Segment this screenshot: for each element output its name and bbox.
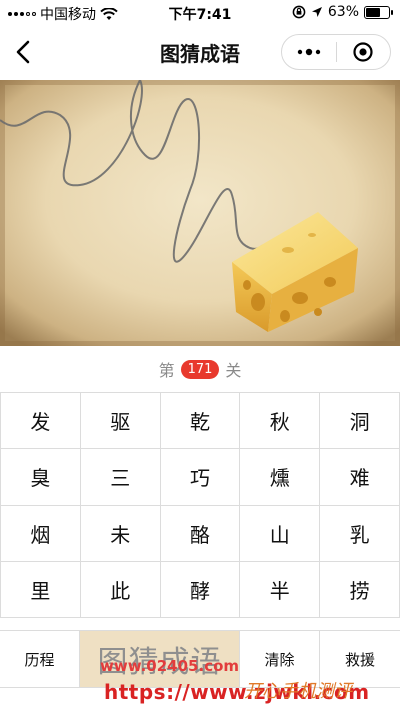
- char-cell[interactable]: 秋: [240, 393, 321, 450]
- char-cell[interactable]: 山: [240, 505, 321, 562]
- level-prefix: 第: [158, 361, 175, 380]
- char-cell[interactable]: 酵: [160, 561, 241, 618]
- char-cell[interactable]: 燻: [240, 449, 321, 506]
- watermark-url-top: www.02405.com: [100, 657, 240, 675]
- history-button[interactable]: 历程: [0, 631, 80, 687]
- char-cell[interactable]: 未: [80, 505, 161, 562]
- watermark-cn: 开心手机测评: [244, 681, 352, 702]
- level-indicator: 第 171 关: [0, 352, 400, 386]
- char-cell[interactable]: 三: [80, 449, 161, 506]
- battery-percent: 63%: [327, 4, 359, 20]
- more-button[interactable]: [282, 35, 336, 69]
- level-badge: 171: [180, 359, 220, 379]
- more-dots-icon: [297, 48, 320, 56]
- char-cell[interactable]: 乾: [160, 393, 241, 450]
- close-button[interactable]: [337, 35, 391, 69]
- char-cell[interactable]: 此: [80, 561, 161, 618]
- cheese-with-string-image: [0, 80, 400, 346]
- rotation-lock-icon: [292, 5, 306, 19]
- char-cell[interactable]: 臭: [1, 449, 81, 506]
- char-cell[interactable]: 里: [1, 561, 81, 618]
- character-grid: 发驱乾秋洞臭三巧燻难烟未酪山乳里此酵半捞: [0, 392, 400, 618]
- status-bar: 中国移动 下午7:41 63%: [0, 0, 400, 26]
- battery-icon: [364, 5, 393, 19]
- char-cell[interactable]: 烟: [1, 505, 81, 562]
- char-cell[interactable]: 巧: [160, 449, 241, 506]
- location-arrow-icon: [311, 7, 322, 17]
- char-cell[interactable]: 驱: [80, 393, 161, 450]
- char-cell[interactable]: 酪: [160, 505, 241, 562]
- mini-program-capsule: [281, 34, 391, 70]
- char-cell[interactable]: 洞: [320, 393, 400, 450]
- char-cell[interactable]: 捞: [320, 561, 400, 618]
- char-cell[interactable]: 半: [240, 561, 321, 618]
- char-cell[interactable]: 难: [320, 449, 400, 506]
- battery-fill: [366, 7, 380, 17]
- char-cell[interactable]: 乳: [320, 505, 400, 562]
- level-suffix: 关: [225, 361, 242, 380]
- target-circle-icon: [353, 42, 373, 62]
- puzzle-image: [0, 80, 400, 346]
- char-cell[interactable]: 发: [1, 393, 81, 450]
- nav-bar: 图猜成语: [0, 26, 400, 78]
- status-right: 63%: [292, 4, 393, 20]
